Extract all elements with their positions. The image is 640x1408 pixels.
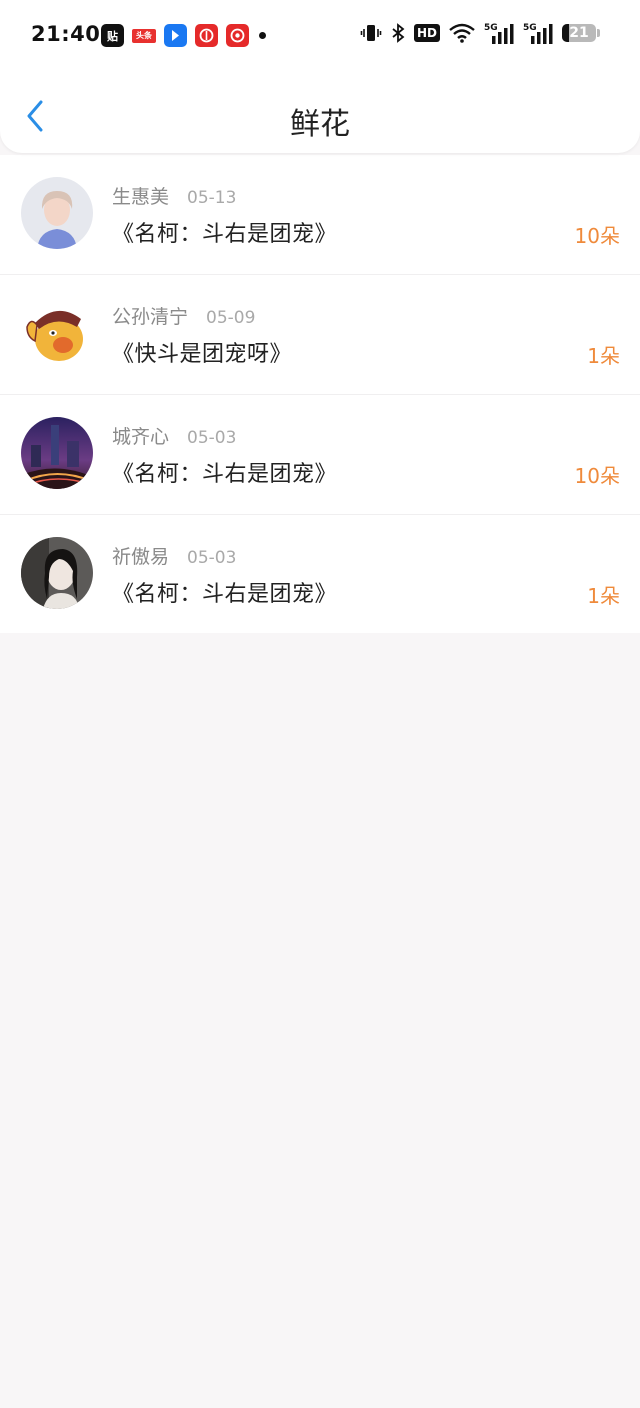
work-title: 《名柯：斗右是团宠》 [112, 222, 338, 247]
user-name: 生惠美 [112, 186, 170, 208]
top-header-area: 21:40 贴 头条 HD 5G 5G 21 鲜花 [0, 0, 640, 153]
svg-text:5G: 5G [523, 23, 537, 33]
user-line: 公孙清宁 05-09 [112, 302, 255, 329]
flower-gift-list: 生惠美 05-13 《名柯：斗右是团宠》 10朵 公孙清宁 05-09 《快斗是… [0, 155, 640, 633]
user-line: 祈傲易 05-03 [112, 542, 236, 569]
flower-count: 10朵 [574, 224, 620, 248]
battery-level: 21 [569, 25, 589, 41]
user-name: 公孙清宁 [112, 306, 189, 328]
list-item[interactable]: 城齐心 05-03 《名柯：斗右是团宠》 10朵 [0, 395, 640, 515]
vibrate-icon [360, 23, 382, 43]
netease-icon [226, 24, 249, 47]
system-icons: HD 5G 5G 21 [360, 22, 600, 44]
more-notifications-dot [259, 32, 266, 39]
bluetooth-icon [391, 23, 405, 43]
flower-count: 1朵 [587, 584, 620, 608]
avatar [21, 417, 93, 489]
blue-app-icon [164, 24, 187, 47]
hd-icon: HD [413, 24, 440, 42]
svg-text:5G: 5G [484, 23, 498, 33]
nav-bar: 鲜花 [0, 85, 640, 153]
battery-icon: 21 [562, 24, 600, 42]
send-date: 05-03 [187, 548, 237, 568]
flower-count: 10朵 [574, 464, 620, 488]
status-bar: 21:40 贴 头条 HD 5G 5G 21 [0, 0, 640, 70]
work-title: 《快斗是团宠呀》 [112, 342, 293, 367]
avatar [21, 297, 93, 369]
work-title: 《名柯：斗右是团宠》 [112, 582, 338, 607]
send-date: 05-03 [187, 428, 237, 448]
page-title: 鲜花 [290, 107, 350, 142]
user-name: 祈傲易 [112, 546, 170, 568]
avatar [21, 177, 93, 249]
red-app-icon [195, 24, 218, 47]
avatar [21, 537, 93, 609]
user-line: 生惠美 05-13 [112, 182, 236, 209]
send-date: 05-13 [187, 188, 237, 208]
notification-icons: 贴 头条 [101, 24, 266, 47]
toutiao-icon: 头条 [132, 28, 156, 43]
flower-count: 1朵 [587, 344, 620, 368]
user-line: 城齐心 05-03 [112, 422, 236, 449]
list-item[interactable]: 公孙清宁 05-09 《快斗是团宠呀》 1朵 [0, 275, 640, 395]
tieba-icon: 贴 [101, 24, 124, 47]
wifi-icon [449, 23, 475, 43]
signal-5g-icon-1: 5G [484, 22, 514, 44]
list-item[interactable]: 生惠美 05-13 《名柯：斗右是团宠》 10朵 [0, 155, 640, 275]
status-time: 21:40 [31, 22, 101, 46]
user-name: 城齐心 [112, 426, 170, 448]
send-date: 05-09 [206, 308, 256, 328]
list-item[interactable]: 祈傲易 05-03 《名柯：斗右是团宠》 1朵 [0, 515, 640, 633]
work-title: 《名柯：斗右是团宠》 [112, 462, 338, 487]
signal-5g-icon-2: 5G [523, 22, 553, 44]
